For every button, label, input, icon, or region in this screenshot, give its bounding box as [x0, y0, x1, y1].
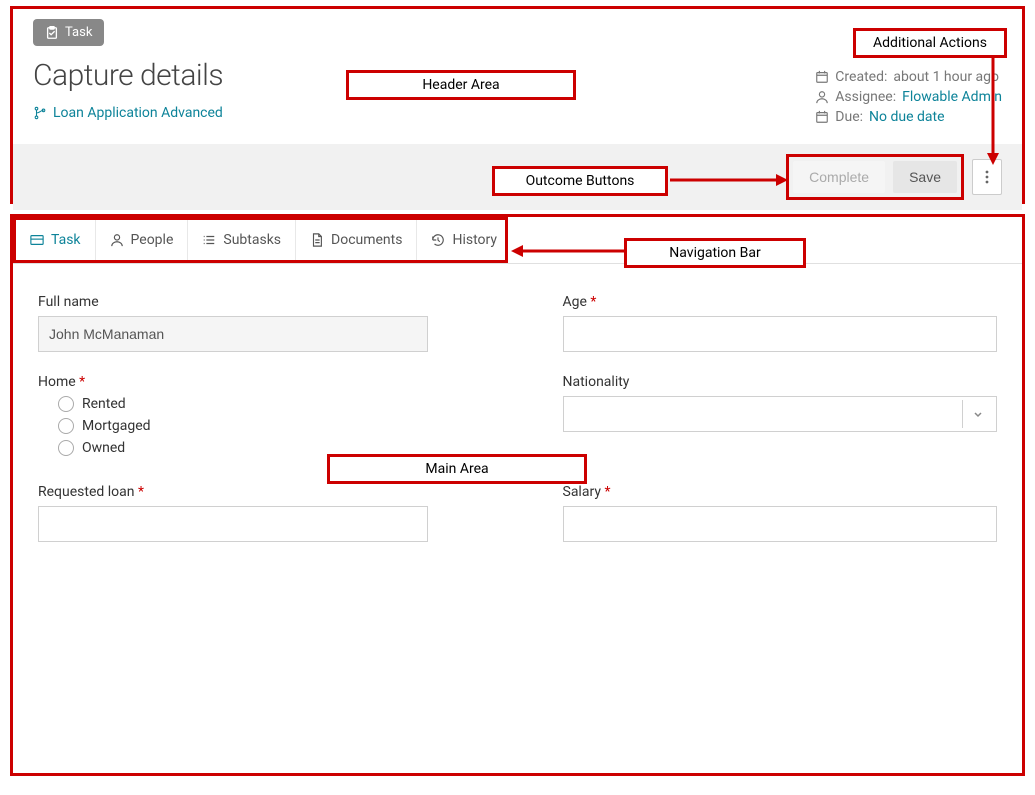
clipboard-icon	[45, 26, 59, 40]
form-area: Full name Age * Home * Rented Mortgaged	[13, 264, 1022, 562]
document-icon	[310, 233, 324, 247]
meta-due: Due: No due date	[815, 109, 1002, 125]
main-panel: Task People Subtasks Documents History	[10, 214, 1025, 776]
tab-documents[interactable]: Documents	[296, 220, 417, 260]
radio-rented[interactable]: Rented	[58, 396, 473, 412]
annotation-navigation-bar: Navigation Bar	[624, 238, 806, 268]
annotation-main-area: Main Area	[327, 454, 587, 484]
requested-loan-label: Requested loan *	[38, 484, 473, 500]
annotation-outcome-buttons: Outcome Buttons	[492, 166, 668, 196]
meta-block: Created: about 1 hour ago Assignee: Flow…	[815, 69, 1002, 129]
calendar-due-icon	[815, 110, 829, 124]
age-input[interactable]	[563, 316, 998, 352]
field-salary: Salary *	[563, 484, 998, 542]
radio-icon	[58, 418, 74, 434]
requested-loan-input[interactable]	[38, 506, 428, 542]
radio-icon	[58, 440, 74, 456]
home-radio-group: Rented Mortgaged Owned	[38, 396, 473, 456]
due-link[interactable]: No due date	[869, 109, 944, 125]
field-requested-loan: Requested loan *	[38, 484, 473, 542]
chevron-down-icon	[962, 400, 992, 428]
radio-icon	[58, 396, 74, 412]
salary-input[interactable]	[563, 506, 998, 542]
home-label: Home *	[38, 374, 473, 390]
card-icon	[30, 233, 44, 247]
history-icon	[431, 233, 445, 247]
task-badge: Task	[33, 19, 104, 46]
save-button[interactable]: Save	[893, 161, 957, 193]
outcome-buttons-group: Complete Save	[786, 154, 964, 200]
arrow-icon	[985, 51, 1005, 166]
radio-mortgaged[interactable]: Mortgaged	[58, 418, 473, 434]
list-icon	[202, 233, 216, 247]
person-icon	[815, 90, 829, 104]
tab-subtasks[interactable]: Subtasks	[188, 220, 296, 260]
annotation-header-area: Header Area	[346, 70, 576, 100]
navigation-bar: Task People Subtasks Documents History	[13, 217, 508, 263]
tab-task[interactable]: Task	[16, 220, 96, 260]
field-nationality: Nationality	[563, 374, 998, 462]
arrow-icon	[670, 174, 790, 186]
more-vertical-icon	[985, 169, 989, 185]
full-name-label: Full name	[38, 294, 473, 310]
meta-assignee: Assignee: Flowable Admin	[815, 89, 1002, 105]
nationality-label: Nationality	[563, 374, 998, 390]
process-link[interactable]: Loan Application Advanced	[33, 105, 223, 121]
person-icon	[110, 233, 124, 247]
full-name-input[interactable]	[38, 316, 428, 352]
task-badge-label: Task	[65, 25, 92, 40]
field-full-name: Full name	[38, 294, 473, 352]
field-age: Age *	[563, 294, 998, 352]
annotation-additional-actions: Additional Actions	[853, 28, 1007, 58]
nationality-select[interactable]	[563, 396, 998, 432]
age-label: Age *	[563, 294, 998, 310]
process-link-label: Loan Application Advanced	[53, 105, 223, 121]
tab-people[interactable]: People	[96, 220, 189, 260]
complete-button[interactable]: Complete	[793, 161, 885, 193]
meta-created: Created: about 1 hour ago	[815, 69, 1002, 85]
calendar-icon	[815, 70, 829, 84]
field-home: Home * Rented Mortgaged Owned	[38, 374, 473, 462]
branch-icon	[33, 106, 47, 120]
tab-history[interactable]: History	[417, 220, 511, 260]
arrow-icon	[509, 245, 625, 257]
salary-label: Salary *	[563, 484, 998, 500]
